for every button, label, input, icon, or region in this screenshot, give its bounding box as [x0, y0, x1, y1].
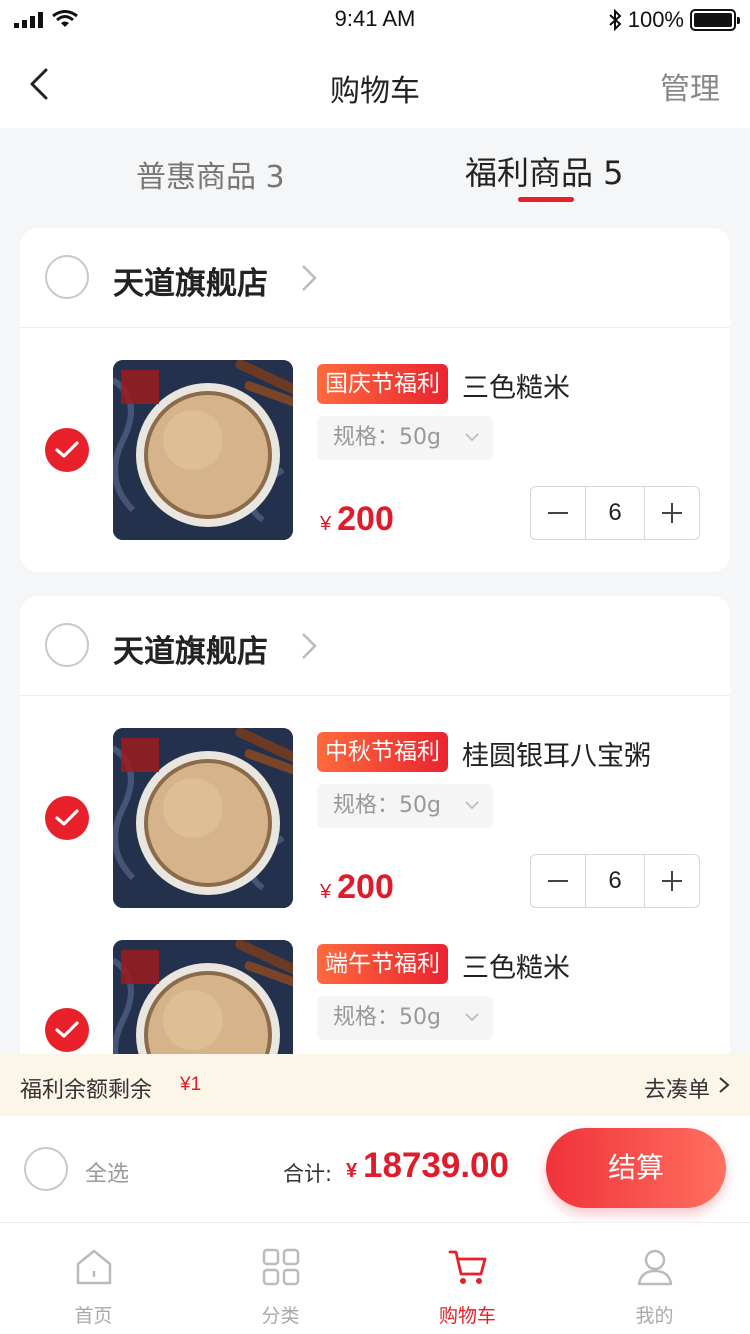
spec-selector[interactable]: 规格：50g [317, 996, 493, 1040]
store-card: 天道旗舰店 中秋节福利 桂圆银耳八宝粥 规格：50g ¥ 200 6 端午节福利… [20, 596, 730, 1116]
cart-item: 国庆节福利 三色糙米 规格：50g ¥200 6 [20, 360, 730, 540]
category-tabs: 普惠商品 3 福利商品 5 [0, 128, 750, 218]
quantity-value[interactable]: 6 [585, 855, 645, 907]
store-name: 天道旗舰店 [113, 634, 268, 670]
spec-selector[interactable]: 规格：50g [317, 784, 493, 828]
spec-label: 规格：50g [333, 1005, 441, 1030]
chevron-down-icon [465, 801, 479, 810]
tab-welfare-products[interactable]: 福利商品 5 [465, 148, 624, 194]
welfare-balance-label: 福利余额剩余 [20, 1078, 153, 1103]
tabbar-label: 购物车 [438, 1305, 496, 1327]
home-icon [76, 1249, 112, 1285]
price-value: 200 [337, 868, 394, 906]
welfare-balance-bar: 福利余额剩余 ¥1 去凑单 [0, 1054, 750, 1116]
spec-selector[interactable]: 规格：50g [317, 416, 493, 460]
currency-symbol: ¥ [320, 881, 332, 903]
spec-label: 规格：50g [333, 793, 441, 818]
spec-label: 规格：50g [333, 425, 441, 450]
product-image[interactable] [113, 728, 293, 908]
tab-active-indicator [518, 197, 574, 202]
tabbar-item-category[interactable]: 分类 [187, 1223, 374, 1334]
plus-icon [662, 871, 682, 891]
minus-icon [548, 880, 568, 882]
welfare-balance-amount: ¥1 [180, 1074, 202, 1095]
category-grid-icon [262, 1248, 300, 1286]
product-image[interactable] [113, 360, 293, 540]
manage-button[interactable]: 管理 [660, 64, 720, 108]
store-card: 天道旗舰店 国庆节福利 三色糙米 规格：50g ¥ 200 6 [20, 228, 730, 572]
page-title: 购物车 [330, 74, 420, 109]
tabbar-item-cart[interactable]: 购物车 [374, 1223, 561, 1334]
tabbar-label: 分类 [261, 1305, 300, 1327]
increase-button[interactable] [645, 855, 699, 907]
tabbar-item-profile[interactable]: 我的 [561, 1223, 748, 1334]
product-price: ¥200 [320, 500, 394, 539]
status-bar: 9:41 AM 100% [0, 0, 750, 40]
chevron-down-icon [465, 433, 479, 442]
quantity-stepper: 6 [530, 854, 700, 908]
add-more-link[interactable]: 去凑单 [644, 1072, 710, 1104]
bottom-tab-bar: 首页 分类 购物车 我的 [0, 1222, 750, 1334]
product-name[interactable]: 三色糙米 [462, 366, 570, 405]
select-all-checkbox[interactable] [24, 1147, 68, 1191]
decrease-button[interactable] [531, 855, 585, 907]
store-select-checkbox[interactable] [45, 255, 89, 299]
chevron-right-icon [302, 633, 317, 659]
decrease-button[interactable] [531, 487, 585, 539]
select-all-label[interactable]: 全选 [85, 1156, 129, 1188]
item-checked-checkbox[interactable] [45, 796, 89, 840]
festival-tag: 中秋节福利 [317, 732, 448, 772]
bluetooth-icon [609, 9, 622, 31]
product-name[interactable]: 三色糙米 [462, 946, 570, 985]
total-label: 合计: [283, 1162, 333, 1186]
battery-icon [690, 9, 740, 31]
product-price: ¥200 [320, 868, 394, 907]
price-value: 200 [337, 500, 394, 538]
total-amount: 18739.00 [363, 1146, 509, 1185]
festival-tag: 国庆节福利 [317, 364, 448, 404]
tabbar-item-home[interactable]: 首页 [0, 1223, 187, 1334]
festival-tag: 端午节福利 [317, 944, 448, 984]
quantity-value[interactable]: 6 [585, 487, 645, 539]
chevron-down-icon [465, 1013, 479, 1022]
store-header[interactable]: 天道旗舰店 [20, 596, 730, 696]
nav-bar: 购物车 管理 [0, 40, 750, 128]
chevron-right-icon [302, 265, 317, 291]
currency-symbol: ¥ [320, 513, 332, 535]
plus-icon [662, 503, 682, 523]
checkout-button[interactable]: 结算 [546, 1128, 726, 1208]
cart-icon [448, 1250, 487, 1284]
item-checked-checkbox[interactable] [45, 428, 89, 472]
battery-percent: 100% [627, 7, 684, 32]
profile-icon [637, 1249, 673, 1286]
quantity-stepper: 6 [530, 486, 700, 540]
product-name[interactable]: 桂圆银耳八宝粥 [462, 734, 651, 773]
tabbar-label: 我的 [635, 1305, 674, 1327]
total-currency-symbol: ¥ [346, 1160, 358, 1182]
tab-general-products[interactable]: 普惠商品 3 [136, 152, 285, 196]
increase-button[interactable] [645, 487, 699, 539]
minus-icon [548, 512, 568, 514]
store-select-checkbox[interactable] [45, 623, 89, 667]
store-header[interactable]: 天道旗舰店 [20, 228, 730, 328]
store-name: 天道旗舰店 [113, 266, 268, 302]
cart-item: 中秋节福利 桂圆银耳八宝粥 规格：50g ¥200 6 [20, 728, 730, 908]
item-checked-checkbox[interactable] [45, 1008, 89, 1052]
tabbar-label: 首页 [74, 1305, 113, 1327]
checkout-bar: 全选 合计: ¥ 18739.00 结算 [0, 1116, 750, 1222]
chevron-right-icon[interactable] [718, 1076, 730, 1094]
